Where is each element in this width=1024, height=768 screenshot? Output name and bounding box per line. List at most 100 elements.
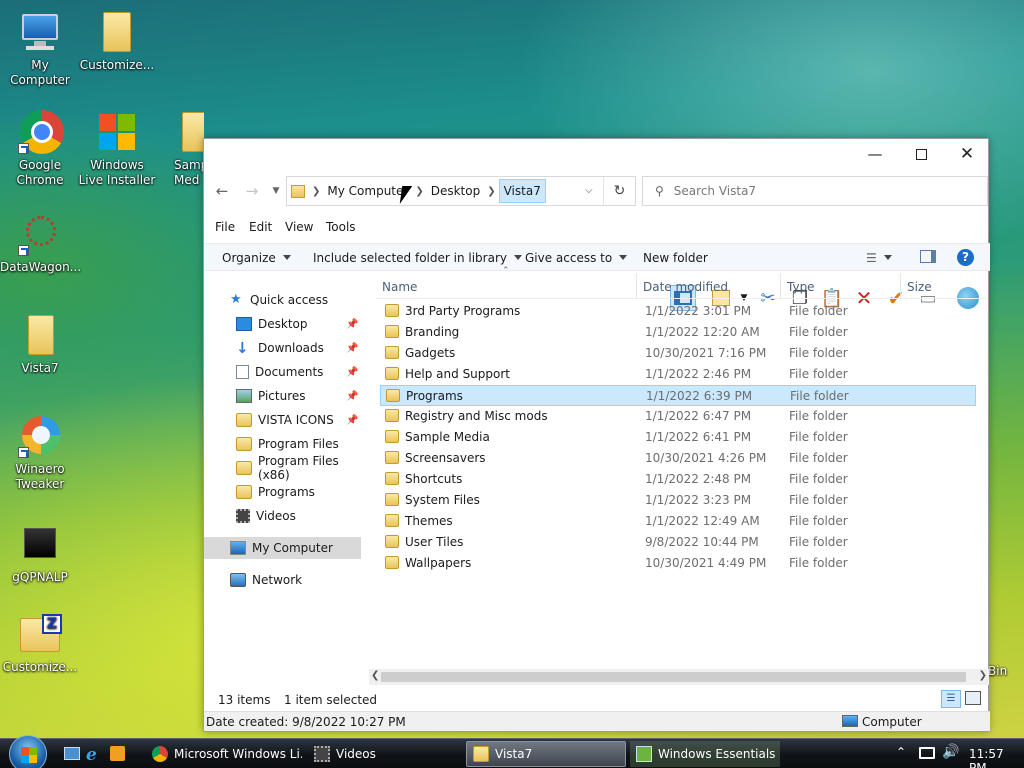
file-type: File folder (789, 430, 848, 444)
nav-quick-access[interactable]: ★ Quick access (204, 289, 364, 311)
desktop-icon-windows-live-installer[interactable]: Windows Live Installer (77, 110, 157, 188)
recent-locations-button[interactable]: ▼ (266, 181, 286, 201)
include-in-library-button[interactable]: Include selected folder in library (313, 251, 522, 265)
pin-icon[interactable]: 📌 (346, 319, 358, 330)
show-hidden-icons-icon[interactable]: ⌃ (896, 745, 906, 759)
file-name: Screensavers (405, 451, 486, 465)
menu-tools[interactable]: Tools (326, 220, 356, 234)
desktop-icon-google-chrome[interactable]: Google Chrome (0, 110, 80, 188)
desktop-icon-recycle-bin[interactable]: Bin (988, 664, 1018, 679)
file-row[interactable]: Registry and Misc mods 1/1/2022 6:47 PM Fi… (380, 406, 976, 427)
address-dropdown-button[interactable]: ⌵ (585, 185, 593, 196)
nav-program-files[interactable]: Program Files (204, 433, 364, 455)
show-desktop-quicklaunch-icon[interactable] (64, 747, 80, 760)
desktop-icon-my-computer[interactable]: My Computer (0, 10, 80, 88)
title-bar[interactable]: — ✕ (204, 139, 988, 169)
organize-button[interactable]: Organize (222, 251, 291, 265)
menu-file[interactable]: File (215, 220, 235, 234)
file-row[interactable]: User Tiles 9/8/2022 10:44 PM File folder (380, 532, 976, 553)
breadcrumb-desktop[interactable]: Desktop (427, 184, 485, 198)
pin-icon[interactable]: 📌 (346, 343, 358, 354)
breadcrumb-my-computer[interactable]: My Computer (323, 184, 412, 198)
taskbar-item-windows-live[interactable]: Microsoft Windows Li... (146, 741, 302, 767)
file-row[interactable]: Help and Support 1/1/2022 2:46 PM File fol… (380, 364, 976, 385)
taskbar-item-videos[interactable]: Videos (308, 741, 458, 767)
network-tray-icon[interactable] (919, 747, 935, 759)
desktop-icon-sample-media[interactable]: Samp Med (152, 110, 204, 188)
scrollbar-thumb[interactable] (381, 672, 966, 682)
column-header-size[interactable]: Size (907, 280, 932, 294)
file-row[interactable]: 3rd Party Programs 1/1/2022 3:01 PM File f… (380, 301, 976, 322)
nav-documents[interactable]: Documents 📌 (204, 361, 364, 383)
column-header-type[interactable]: Type (787, 280, 815, 294)
new-folder-button[interactable]: New folder (643, 251, 708, 265)
menu-view[interactable]: View (285, 220, 313, 234)
column-header-date-modified[interactable]: Date modified (643, 280, 728, 294)
media-player-quicklaunch-icon[interactable] (110, 746, 125, 761)
file-row[interactable]: Themes 1/1/2022 12:49 AM File folder (380, 511, 976, 532)
back-button[interactable]: ← (212, 181, 232, 201)
computer-icon (230, 541, 246, 555)
nav-programs[interactable]: Programs (204, 481, 364, 503)
folder-icon (385, 430, 399, 443)
maximize-button[interactable] (898, 139, 944, 169)
menu-edit[interactable]: Edit (249, 220, 272, 234)
forward-button[interactable]: → (242, 181, 262, 201)
minimize-button[interactable]: — (852, 139, 898, 169)
preview-pane-icon[interactable] (920, 250, 936, 263)
large-icons-view-icon[interactable] (965, 691, 981, 705)
close-button[interactable]: ✕ (944, 139, 990, 169)
address-bar[interactable]: ❯ My Computer ❯ Desktop ❯ Vista7 ⌵ ↻ (286, 176, 636, 206)
file-name: Themes (405, 514, 453, 528)
refresh-button[interactable]: ↻ (603, 177, 635, 205)
desktop-icon-vista7[interactable]: Vista7 (0, 313, 80, 376)
search-box[interactable]: ⚲ Search Vista7 (642, 176, 988, 206)
nav-downloads[interactable]: ↓ Downloads 📌 (204, 337, 364, 359)
nav-vista-icons[interactable]: VISTA ICONS 📌 (204, 409, 364, 431)
file-row[interactable]: Shortcuts 1/1/2022 2:48 PM File folder (380, 469, 976, 490)
volume-tray-icon[interactable]: 🔊 (942, 744, 959, 760)
internet-explorer-quicklaunch-icon[interactable]: e (86, 745, 97, 765)
nav-videos[interactable]: Videos (204, 505, 364, 527)
give-access-button[interactable]: Give access to (525, 251, 628, 265)
details-view-icon[interactable]: ☰ (941, 690, 961, 708)
taskbar-item-vista7[interactable]: Vista7 (466, 741, 626, 767)
horizontal-scrollbar[interactable]: ❮ ❯ (369, 669, 989, 685)
desktop-icon-winaero-tweaker[interactable]: Winaero Tweaker (0, 414, 80, 492)
file-name: Gadgets (405, 346, 456, 360)
nav-desktop[interactable]: Desktop 📌 (204, 313, 364, 335)
desktop-icon-gqpnalp[interactable]: gQPNALP (0, 522, 80, 585)
pin-icon[interactable]: 📌 (346, 415, 358, 426)
computer-icon (842, 715, 858, 727)
file-row[interactable]: Gadgets 10/30/2021 7:16 PM File folder (380, 343, 976, 364)
column-header-name[interactable]: Name (382, 280, 417, 294)
file-row[interactable]: System Files 1/1/2022 3:23 PM File folder (380, 490, 976, 511)
file-row[interactable]: Sample Media 1/1/2022 6:41 PM File folder (380, 427, 976, 448)
desktop-icon-customize-2[interactable]: Z Customize... (0, 612, 80, 675)
nav-pictures[interactable]: Pictures 📌 (204, 385, 364, 407)
nav-program-files-x86[interactable]: Program Files (x86) (204, 454, 364, 482)
pin-icon[interactable]: 📌 (346, 391, 358, 402)
shortcut-arrow-icon (18, 245, 29, 256)
file-row[interactable]: Branding 1/1/2022 12:20 AM File folder (380, 322, 976, 343)
folder-icon (385, 514, 399, 527)
file-type: File folder (789, 304, 848, 318)
start-button[interactable] (9, 735, 47, 768)
pin-icon[interactable]: 📌 (346, 367, 358, 378)
file-row[interactable]: Screensavers 10/30/2021 4:26 PM File folde… (380, 448, 976, 469)
help-icon[interactable]: ? (957, 249, 974, 266)
menu-bar: File Edit View Tools ▼ ✂ ❐ 📋 ✕ ✔ ▭ (204, 211, 990, 311)
nav-my-computer[interactable]: My Computer (204, 537, 361, 559)
file-row[interactable]: Programs 1/1/2022 6:39 PM File folder (380, 385, 976, 406)
breadcrumb-vista7[interactable]: Vista7 (498, 179, 546, 203)
scroll-right-arrow-icon[interactable]: ❯ (979, 670, 987, 681)
desktop-icon-datawagon[interactable]: DataWagon... (0, 212, 81, 275)
clock[interactable]: 11:57 PM (969, 747, 1024, 768)
taskbar-item-windows-essentials[interactable]: Windows Essentials 2... (630, 741, 780, 767)
nav-network[interactable]: Network (204, 569, 364, 591)
view-options-icon[interactable]: ☰ (866, 251, 892, 265)
folder-icon (385, 535, 399, 548)
scroll-left-arrow-icon[interactable]: ❮ (371, 670, 379, 681)
desktop-icon-customize[interactable]: Customize... (77, 10, 157, 73)
file-row[interactable]: Wallpapers 10/30/2021 4:49 PM File folder (380, 553, 976, 574)
